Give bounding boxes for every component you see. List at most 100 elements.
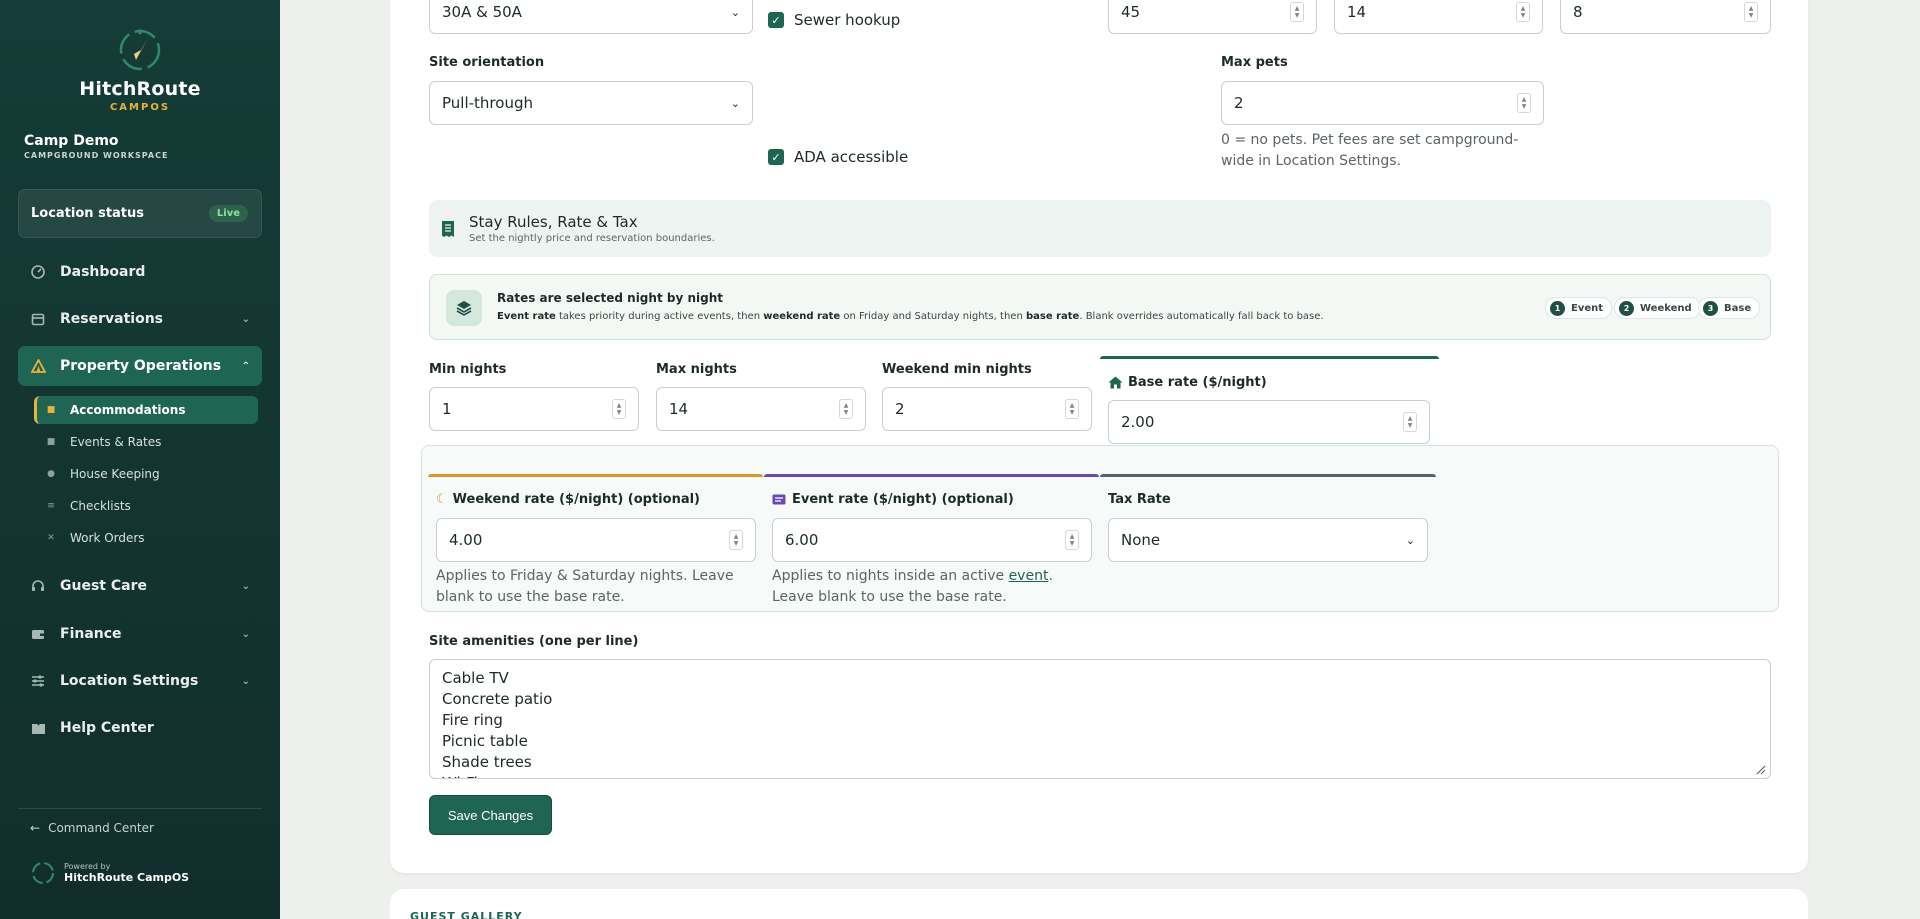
sidebar-divider xyxy=(18,808,262,809)
nav-property-operations-label: Property Operations xyxy=(60,358,222,374)
home-icon xyxy=(1108,376,1123,389)
sub-events-rates-label: Events & Rates xyxy=(70,435,162,449)
priority-chip-event: 1 Event xyxy=(1545,297,1613,319)
nav-reservations[interactable]: Reservations ⌄ xyxy=(18,299,262,339)
weekend-rate-help: Applies to Friday & Saturday nights. Lea… xyxy=(436,568,734,605)
base-rate-value: 2.00 xyxy=(1121,413,1155,431)
priority-chip-base: 3 Base xyxy=(1698,297,1761,319)
stay-rules-section-header: Stay Rules, Rate & Tax Set the nightly p… xyxy=(429,200,1771,257)
sub-events-rates[interactable]: ■ Events & Rates xyxy=(34,428,258,456)
site-orientation-value: Pull-through xyxy=(442,94,533,112)
nav-property-operations[interactable]: Property Operations ⌃ xyxy=(18,346,262,386)
tax-rate-label: Tax Rate xyxy=(1108,492,1171,507)
max-pets-input[interactable]: 2 ▲ ▼ xyxy=(1221,81,1544,125)
stepper-icon[interactable]: ▲ ▼ xyxy=(1065,399,1079,419)
min-nights-input[interactable]: 1 ▲ ▼ xyxy=(429,387,639,431)
number-input-3[interactable]: 8 ▲ ▼ xyxy=(1560,0,1771,34)
nav-reservations-label: Reservations xyxy=(60,311,163,327)
book-icon xyxy=(30,720,46,736)
amenities-textarea[interactable]: Cable TV Concrete patio Fire ring Picnic… xyxy=(429,659,1771,779)
sub-work-orders-label: Work Orders xyxy=(70,531,145,545)
nav-help-center[interactable]: Help Center xyxy=(18,708,262,748)
max-pets-help: 0 = no pets. Pet fees are set campground… xyxy=(1221,132,1519,169)
stepper-icon[interactable]: ▲ ▼ xyxy=(839,399,853,419)
max-nights-input[interactable]: 14 ▲ ▼ xyxy=(656,387,866,431)
ada-accessible-checkbox[interactable]: ✓ ADA accessible xyxy=(768,148,908,166)
sub-work-orders[interactable]: ✕ Work Orders xyxy=(34,524,258,552)
stepper-icon[interactable]: ▲ ▼ xyxy=(1065,530,1079,550)
nav-dashboard[interactable]: Dashboard xyxy=(18,252,262,292)
weekend-rate-value: 4.00 xyxy=(449,531,483,549)
sub-house-keeping[interactable]: ● House Keeping xyxy=(34,460,258,488)
chevron-down-icon: ⌄ xyxy=(241,628,250,640)
stepper-icon[interactable]: ▲ ▼ xyxy=(612,399,626,419)
chevron-down-icon: ⌄ xyxy=(241,313,250,325)
site-orientation-select[interactable]: Pull-through ⌄ xyxy=(429,81,753,125)
rates-info-description: Event rate takes priority during active … xyxy=(497,311,1324,322)
location-status-label: Location status xyxy=(31,206,145,221)
section-title: Stay Rules, Rate & Tax xyxy=(469,213,638,231)
save-changes-button[interactable]: Save Changes xyxy=(429,795,552,835)
tax-rate-value: None xyxy=(1121,531,1161,549)
product-name: HitchRoute CampOS xyxy=(64,871,190,884)
priority-chip-weekend: 2 Weekend xyxy=(1614,297,1701,319)
resize-handle-icon[interactable] xyxy=(1756,765,1766,775)
number-input-2-value: 14 xyxy=(1347,3,1367,21)
nav-location-settings[interactable]: Location Settings ⌄ xyxy=(18,661,262,701)
event-rate-label: Event rate ($/night) (optional) xyxy=(772,492,1014,507)
command-center-link[interactable]: ← Command Center xyxy=(30,821,154,835)
event-rate-input[interactable]: 6.00 ▲ ▼ xyxy=(772,518,1092,562)
arrow-left-icon: ← xyxy=(30,821,41,835)
stepper-icon[interactable]: ▲ ▼ xyxy=(1744,2,1758,22)
tax-rate-select[interactable]: None ⌄ xyxy=(1108,518,1428,562)
stepper-icon[interactable]: ▲ ▼ xyxy=(1516,2,1530,22)
number-input-1[interactable]: 45 ▲ ▼ xyxy=(1108,0,1317,34)
sub-checklists[interactable]: ≡ Checklists xyxy=(34,492,258,520)
min-nights-value: 1 xyxy=(442,400,452,418)
moon-icon: ☾ xyxy=(436,492,448,507)
location-status[interactable]: Location status Live xyxy=(18,189,262,238)
workspace-name: Camp Demo xyxy=(24,133,119,149)
base-rate-input[interactable]: 2.00 ▲ ▼ xyxy=(1108,400,1430,444)
brand-logo[interactable]: HitchRoute CAMPOS xyxy=(0,26,280,113)
calendar-icon xyxy=(30,311,46,327)
stepper-icon[interactable]: ▲ ▼ xyxy=(1517,93,1531,113)
checkbox-checked-icon: ✓ xyxy=(768,12,784,28)
checkbox-checked-icon: ✓ xyxy=(768,149,784,165)
nav-help-center-label: Help Center xyxy=(60,720,154,736)
chevron-down-icon: ⌄ xyxy=(1405,533,1415,547)
number-input-2[interactable]: 14 ▲ ▼ xyxy=(1334,0,1543,34)
weekend-rate-input[interactable]: 4.00 ▲ ▼ xyxy=(436,518,756,562)
receipt-icon xyxy=(442,220,454,237)
gauge-icon xyxy=(30,264,46,280)
chevron-up-icon: ⌃ xyxy=(241,360,250,372)
sewer-hookup-label: Sewer hookup xyxy=(794,11,901,29)
amenities-value: Cable TV Concrete patio Fire ring Picnic… xyxy=(442,669,553,778)
sub-accommodations[interactable]: ■ Accommodations xyxy=(34,396,258,424)
nav-guest-care[interactable]: Guest Care ⌄ xyxy=(18,566,262,606)
command-center-label: Command Center xyxy=(48,821,154,835)
event-rate-help: Applies to nights inside an active event… xyxy=(772,568,1053,605)
compass-logo-icon xyxy=(32,862,54,884)
event-link[interactable]: event xyxy=(1009,568,1049,584)
nav-finance[interactable]: Finance ⌄ xyxy=(18,614,262,654)
tax-rate-accent xyxy=(1100,474,1436,477)
stepper-icon[interactable]: ▲ ▼ xyxy=(1403,412,1417,432)
chevron-down-icon: ⌄ xyxy=(241,675,250,687)
chevron-down-icon: ⌄ xyxy=(730,96,740,110)
weekend-min-nights-input[interactable]: 2 ▲ ▼ xyxy=(882,387,1092,431)
weekend-min-nights-label: Weekend min nights xyxy=(882,362,1032,377)
base-rate-accent xyxy=(1100,356,1439,359)
sub-accommodations-label: Accommodations xyxy=(70,403,186,417)
gallery-card xyxy=(390,889,1808,919)
stepper-icon[interactable]: ▲ ▼ xyxy=(729,530,743,550)
site-orientation-label: Site orientation xyxy=(429,55,545,70)
hookup-checkbox-partial[interactable]: ✓ xyxy=(768,0,794,2)
min-nights-label: Min nights xyxy=(429,362,507,377)
sewer-hookup-checkbox[interactable]: ✓ Sewer hookup xyxy=(768,11,900,29)
chevron-down-icon: ⌄ xyxy=(241,580,250,592)
stepper-icon[interactable]: ▲ ▼ xyxy=(1290,2,1304,22)
power-select[interactable]: 30A & 50A ⌄ xyxy=(429,0,753,34)
workspace-sub: CAMPGROUND WORKSPACE xyxy=(24,151,169,160)
power-select-value: 30A & 50A xyxy=(442,3,522,21)
